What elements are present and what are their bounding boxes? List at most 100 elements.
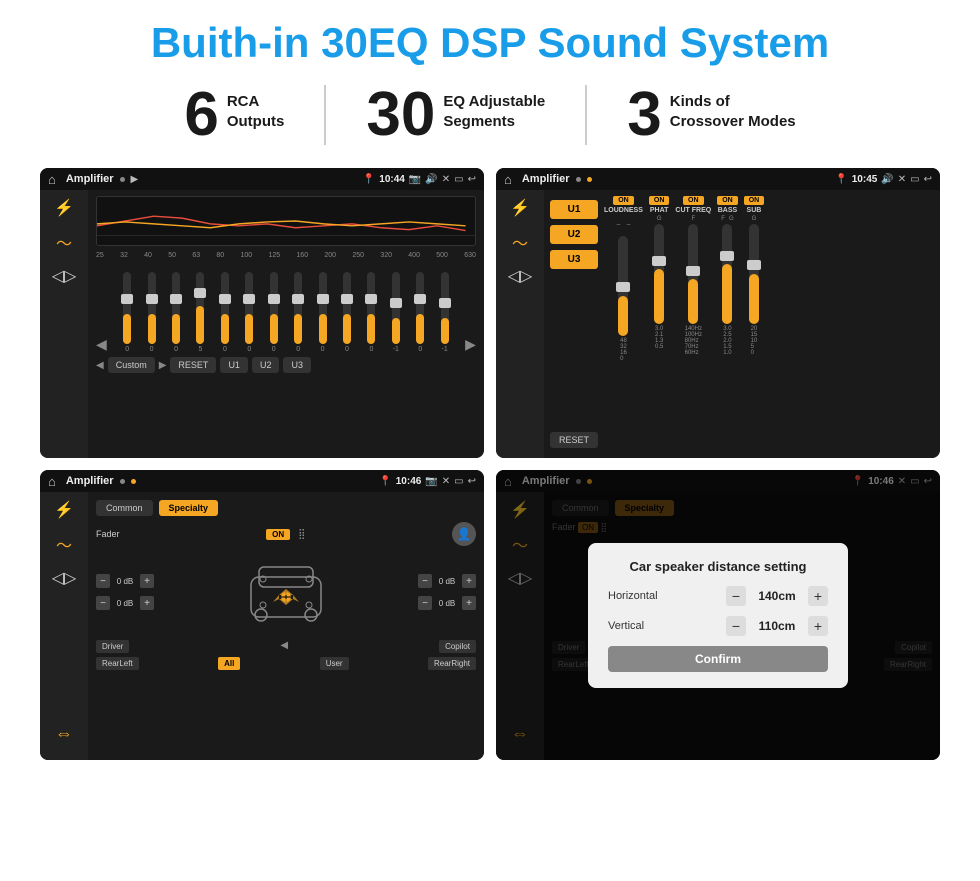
crossover-u1-btn[interactable]: U1 [550, 200, 598, 219]
eq-sidebar-sliders-icon[interactable]: ⚡ [54, 198, 74, 218]
sub-track[interactable] [749, 224, 759, 324]
dialog-confirm-btn[interactable]: Confirm [608, 646, 828, 672]
left-rear-control: − 0 dB + [96, 596, 154, 610]
copilot-btn[interactable]: Copilot [439, 640, 476, 653]
crossover-u2-btn[interactable]: U2 [550, 225, 598, 244]
eq-sidebar: ⚡ 〜 ◁▷ [40, 190, 88, 458]
eq-next-arrow[interactable]: ▶ [465, 336, 476, 353]
sub-toggle[interactable]: ON [744, 196, 765, 205]
cutfreq-track[interactable] [688, 224, 698, 324]
dialog-vertical-row: Vertical − 110cm + [608, 616, 828, 636]
eq-play-btn[interactable]: ▶ [159, 360, 167, 371]
left-speaker-controls: − 0 dB + − 0 dB + [96, 574, 154, 610]
all-btn[interactable]: All [218, 657, 240, 670]
eq-prev-arrow[interactable]: ◀ [96, 336, 107, 353]
crossover-sidebar: ⚡ 〜 ◁▷ [496, 190, 544, 458]
crossover-sidebar-sliders-icon[interactable]: ⚡ [510, 198, 530, 218]
eq-time: 10:44 [379, 174, 405, 185]
fader-sidebar-expand-icon[interactable]: ⇔ [55, 723, 73, 752]
eq-location-icon: 📍 [363, 174, 375, 185]
dialog-horizontal-label: Horizontal [608, 590, 658, 602]
eq-slider-7: 0 [270, 272, 278, 353]
eq-slider-5: 0 [221, 272, 229, 353]
fader-dot1 [120, 479, 125, 484]
bass-toggle[interactable]: ON [717, 196, 738, 205]
eq-reset-btn[interactable]: RESET [170, 357, 216, 373]
crossover-main: U1 U2 U3 RESET ON LOUDNESS ~~ [544, 190, 940, 458]
driver-btn[interactable]: Driver [96, 640, 129, 653]
distance-dialog-overlay: Car speaker distance setting Horizontal … [496, 470, 940, 760]
crossover-reset-btn[interactable]: RESET [550, 432, 598, 448]
bass-control: ON BASS FG 3.02.52.01.51.0 [717, 196, 738, 452]
dialog-horizontal-plus[interactable]: + [808, 586, 828, 606]
eq-freq-labels: 25 32 40 50 63 80 100 125 160 200 250 32… [96, 252, 476, 259]
loudness-track[interactable] [618, 236, 628, 336]
left-rear-minus[interactable]: − [96, 596, 110, 610]
crossover-sidebar-wave-icon[interactable]: 〜 [512, 230, 528, 254]
fader-left-arrow[interactable]: ◀ [280, 640, 288, 653]
fader-common-tab[interactable]: Common [96, 500, 153, 516]
right-front-minus[interactable]: − [418, 574, 432, 588]
eq-slider-11: 0 [367, 272, 375, 353]
left-front-plus[interactable]: + [140, 574, 154, 588]
fader-x-icon: ✕ [442, 476, 450, 487]
stat-number-eq: 30 [366, 84, 435, 146]
phat-control: ON PHAT G 3.02.11.30.5 [649, 196, 670, 452]
dialog-vertical-plus[interactable]: + [808, 616, 828, 636]
loudness-toggle[interactable]: ON [613, 196, 634, 205]
crossover-sidebar-vol-icon[interactable]: ◁▷ [508, 266, 533, 286]
dialog-vertical-minus[interactable]: − [726, 616, 746, 636]
fader-on-toggle[interactable]: ON [266, 529, 290, 540]
crossover-home-icon[interactable]: ⌂ [504, 172, 512, 187]
crossover-dot1 [576, 177, 581, 182]
fader-location-icon: 📍 [379, 476, 391, 487]
crossover-u3-btn[interactable]: U3 [550, 250, 598, 269]
crossover-status-bar: ⌂ Amplifier 📍 10:45 🔊 ✕ ▭ ↩ [496, 168, 940, 190]
bass-track[interactable] [722, 224, 732, 324]
cutfreq-toggle[interactable]: ON [683, 196, 704, 205]
left-rear-plus[interactable]: + [140, 596, 154, 610]
eq-slider-1: 0 [123, 272, 131, 353]
eq-sidebar-wave-icon[interactable]: 〜 [56, 230, 72, 254]
rearleft-btn[interactable]: RearLeft [96, 657, 139, 670]
crossover-x-icon: ✕ [898, 174, 906, 185]
rearright-btn[interactable]: RearRight [428, 657, 476, 670]
stat-rca: 6 RCAOutputs [144, 84, 324, 146]
dialog-horizontal-row: Horizontal − 140cm + [608, 586, 828, 606]
eq-back-icon[interactable]: ↩ [468, 174, 476, 185]
eq-screen: ⌂ Amplifier ▶ 📍 10:44 📷 🔊 ✕ ▭ ↩ ⚡ 〜 [40, 168, 484, 458]
right-front-plus[interactable]: + [462, 574, 476, 588]
eq-status-bar: ⌂ Amplifier ▶ 📍 10:44 📷 🔊 ✕ ▭ ↩ [40, 168, 484, 190]
fader-home-icon[interactable]: ⌂ [48, 474, 56, 489]
right-rear-minus[interactable]: − [418, 596, 432, 610]
fader-camera-icon: 📷 [425, 476, 437, 487]
left-front-minus[interactable]: − [96, 574, 110, 588]
dialog-horizontal-minus[interactable]: − [726, 586, 746, 606]
fader-sidebar-vol-icon[interactable]: ◁▷ [52, 568, 77, 588]
phat-toggle[interactable]: ON [649, 196, 670, 205]
phat-track[interactable] [654, 224, 664, 324]
eq-u2-btn[interactable]: U2 [252, 357, 280, 373]
eq-rect-icon: ▭ [454, 174, 463, 185]
eq-prev-btn[interactable]: ◀ [96, 360, 104, 371]
eq-body: ⚡ 〜 ◁▷ 25 32 40 [40, 190, 484, 458]
eq-custom-btn[interactable]: Custom [108, 357, 155, 373]
left-front-control: − 0 dB + [96, 574, 154, 588]
eq-main: 25 32 40 50 63 80 100 125 160 200 250 32… [88, 190, 484, 458]
eq-u1-btn[interactable]: U1 [220, 357, 248, 373]
eq-home-icon[interactable]: ⌂ [48, 172, 56, 187]
crossover-back-icon[interactable]: ↩ [924, 174, 932, 185]
fader-sidebar-wave-icon[interactable]: 〜 [56, 532, 72, 556]
eq-title: Amplifier [66, 173, 114, 185]
eq-sliders-row: ◀ 0 0 0 [96, 263, 476, 353]
dialog-title: Car speaker distance setting [608, 559, 828, 574]
fader-back-icon[interactable]: ↩ [468, 476, 476, 487]
fader-sidebar-sliders-icon[interactable]: ⚡ [54, 500, 74, 520]
fader-specialty-tab[interactable]: Specialty [159, 500, 219, 516]
car-diagram [160, 552, 412, 632]
user-btn[interactable]: User [320, 657, 349, 670]
eq-sidebar-vol-icon[interactable]: ◁▷ [52, 266, 77, 286]
right-rear-plus[interactable]: + [462, 596, 476, 610]
fader-bottom-labels-2: RearLeft All User RearRight [96, 657, 476, 670]
eq-u3-btn[interactable]: U3 [283, 357, 311, 373]
